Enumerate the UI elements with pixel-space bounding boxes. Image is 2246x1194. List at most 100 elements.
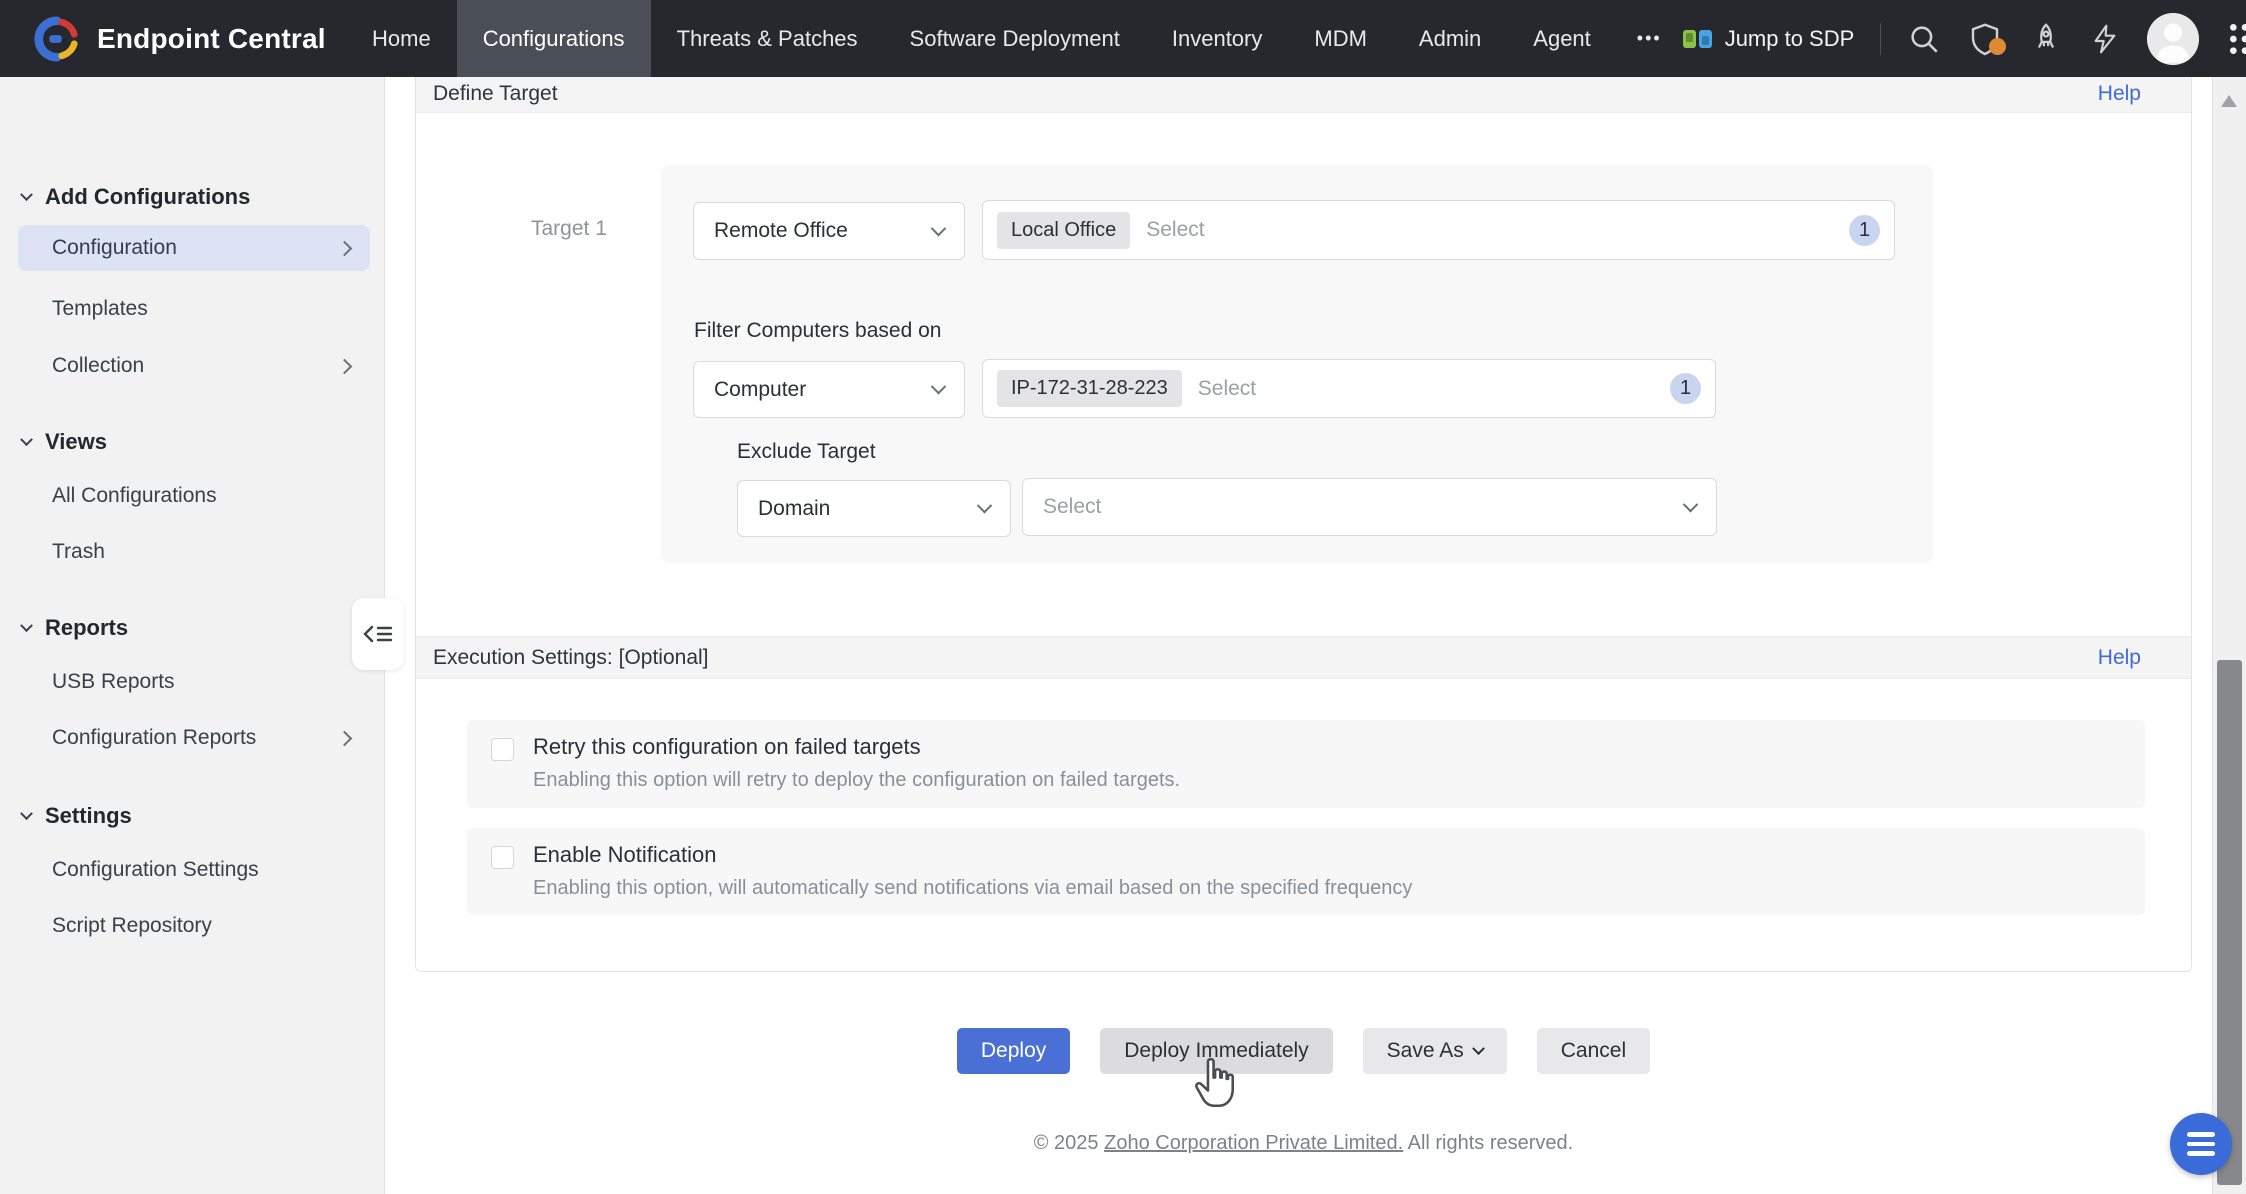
sidebar: Add Configurations Configuration Templat… [0, 77, 385, 1194]
define-target-help-link[interactable]: Help [2098, 82, 2141, 106]
nav-divider [1880, 23, 1881, 55]
sidebar-section-add-configurations[interactable]: Add Configurations [22, 184, 250, 210]
execution-settings-bar: Execution Settings: [Optional] Help [416, 636, 2191, 679]
target-select-placeholder: Select [1146, 218, 1204, 242]
exclude-select-dropdown[interactable]: Select [1022, 478, 1717, 536]
endpoint-central-screen: Endpoint Central Home Configurations Thr… [0, 0, 2246, 1194]
avatar[interactable] [2147, 13, 2199, 65]
target-count-badge[interactable]: 1 [1849, 215, 1880, 246]
execution-settings-help-link[interactable]: Help [2098, 646, 2141, 670]
section-title: Reports [45, 615, 128, 641]
notification-option-label: Enable Notification [533, 842, 716, 868]
nav-item-software-deployment[interactable]: Software Deployment [884, 0, 1146, 77]
sidebar-item-templates[interactable]: Templates [18, 286, 370, 332]
deploy-button[interactable]: Deploy [957, 1028, 1070, 1074]
sidebar-item-trash[interactable]: Trash [18, 529, 370, 575]
sidebar-item-label: Script Repository [52, 914, 212, 938]
filter-computers-label: Filter Computers based on [694, 319, 941, 343]
enable-notification-checkbox[interactable] [491, 846, 514, 869]
retry-option-description: Enabling this option will retry to deplo… [533, 769, 1180, 792]
sidebar-section-settings[interactable]: Settings [22, 803, 132, 829]
nav-menu: Home Configurations Threats & Patches So… [346, 0, 1682, 77]
filter-select-input[interactable]: IP-172-31-28-223 Select 1 [982, 359, 1716, 418]
section-title: Add Configurations [45, 184, 250, 210]
target-chip-local-office[interactable]: Local Office [997, 212, 1130, 249]
top-navbar: Endpoint Central Home Configurations Thr… [0, 0, 2246, 77]
jump-to-sdp-label: Jump to SDP [1725, 26, 1855, 52]
nav-overflow-menu[interactable]: ••• [1617, 0, 1682, 77]
exclude-type-value: Domain [758, 497, 830, 521]
copyright-footer: © 2025 Zoho Corporation Private Limited.… [415, 1132, 2192, 1155]
sidebar-item-configuration[interactable]: Configuration [18, 225, 370, 271]
search-icon[interactable] [1907, 22, 1941, 56]
sidebar-item-configuration-reports[interactable]: Configuration Reports [18, 715, 370, 761]
deploy-immediately-button[interactable]: Deploy Immediately [1100, 1028, 1332, 1074]
filter-count-badge[interactable]: 1 [1670, 373, 1701, 404]
save-as-button[interactable]: Save As [1363, 1028, 1507, 1074]
scrollbar-thumb[interactable] [2217, 660, 2242, 1185]
jump-to-sdp-button[interactable]: Jump to SDP [1682, 26, 1855, 52]
sidebar-section-views[interactable]: Views [22, 429, 107, 455]
nav-item-mdm[interactable]: MDM [1288, 0, 1393, 77]
chevron-right-icon [337, 358, 353, 374]
nav-item-home[interactable]: Home [346, 0, 457, 77]
chevron-down-icon [20, 619, 33, 632]
section-title: Views [45, 429, 107, 455]
retry-option-row: Retry this configuration on failed targe… [467, 720, 2145, 808]
sidebar-item-all-configurations[interactable]: All Configurations [18, 473, 370, 519]
target-type-dropdown[interactable]: Remote Office [693, 202, 965, 260]
scrollbar-up-arrow[interactable] [2221, 95, 2237, 107]
apps-grid-icon[interactable] [2225, 19, 2246, 59]
sidebar-item-label: Configuration Settings [52, 858, 259, 882]
sidebar-collapse-button[interactable] [352, 598, 404, 670]
filter-type-dropdown[interactable]: Computer [693, 361, 965, 418]
sidebar-item-script-repository[interactable]: Script Repository [18, 903, 370, 949]
exclude-type-dropdown[interactable]: Domain [737, 480, 1011, 537]
sidebar-item-usb-reports[interactable]: USB Reports [18, 659, 370, 705]
sidebar-item-label: Trash [52, 540, 105, 564]
sidebar-item-label: Configuration [52, 236, 177, 260]
sidebar-item-label: All Configurations [52, 484, 217, 508]
nav-item-admin[interactable]: Admin [1393, 0, 1507, 77]
shield-icon[interactable] [1967, 21, 2003, 57]
chevron-down-icon [20, 188, 33, 201]
notification-option-description: Enabling this option, will automatically… [533, 877, 1412, 900]
retry-checkbox[interactable] [491, 738, 514, 761]
chevron-down-icon [931, 379, 947, 395]
notification-option-row: Enable Notification Enabling this option… [467, 828, 2145, 915]
save-as-label: Save As [1387, 1039, 1464, 1063]
copyright-prefix: © 2025 [1034, 1132, 1104, 1154]
sidebar-item-collection[interactable]: Collection [18, 343, 370, 389]
sidebar-section-reports[interactable]: Reports [22, 615, 128, 641]
exclude-select-placeholder: Select [1043, 495, 1101, 519]
nav-item-configurations[interactable]: Configurations [457, 0, 651, 77]
sidebar-item-label: USB Reports [52, 670, 175, 694]
target-type-value: Remote Office [714, 219, 848, 243]
cancel-button[interactable]: Cancel [1537, 1028, 1650, 1074]
sidebar-item-configuration-settings[interactable]: Configuration Settings [18, 847, 370, 893]
target-1-label: Target 1 [531, 217, 631, 241]
sidebar-item-label: Templates [52, 297, 148, 321]
target-select-input[interactable]: Local Office Select 1 [982, 200, 1895, 260]
zoho-corporation-link[interactable]: Zoho Corporation Private Limited. [1104, 1132, 1403, 1154]
filter-chip-computer[interactable]: IP-172-31-28-223 [997, 370, 1182, 407]
sdp-logo-icon [1682, 26, 1714, 52]
chevron-down-icon [20, 433, 33, 446]
brand[interactable]: Endpoint Central [0, 16, 346, 62]
nav-item-agent[interactable]: Agent [1507, 0, 1617, 77]
chevron-down-icon [931, 220, 947, 236]
action-buttons: Deploy Deploy Immediately Save As Cancel [415, 1028, 2192, 1074]
copyright-suffix: All rights reserved. [1403, 1132, 1573, 1154]
section-title: Settings [45, 803, 132, 829]
sidebar-item-label: Configuration Reports [52, 726, 256, 750]
nav-item-threats-patches[interactable]: Threats & Patches [651, 0, 884, 77]
chevron-down-icon [1472, 1042, 1485, 1055]
filter-select-placeholder: Select [1198, 377, 1256, 401]
execution-settings-title: Execution Settings: [Optional] [433, 646, 709, 670]
floating-menu-button[interactable] [2170, 1113, 2232, 1175]
define-target-bar: Define Target Help [416, 77, 2191, 113]
chevron-right-icon [337, 240, 353, 256]
rocket-icon[interactable] [2029, 22, 2063, 56]
bolt-icon[interactable] [2089, 23, 2121, 55]
nav-item-inventory[interactable]: Inventory [1146, 0, 1289, 77]
